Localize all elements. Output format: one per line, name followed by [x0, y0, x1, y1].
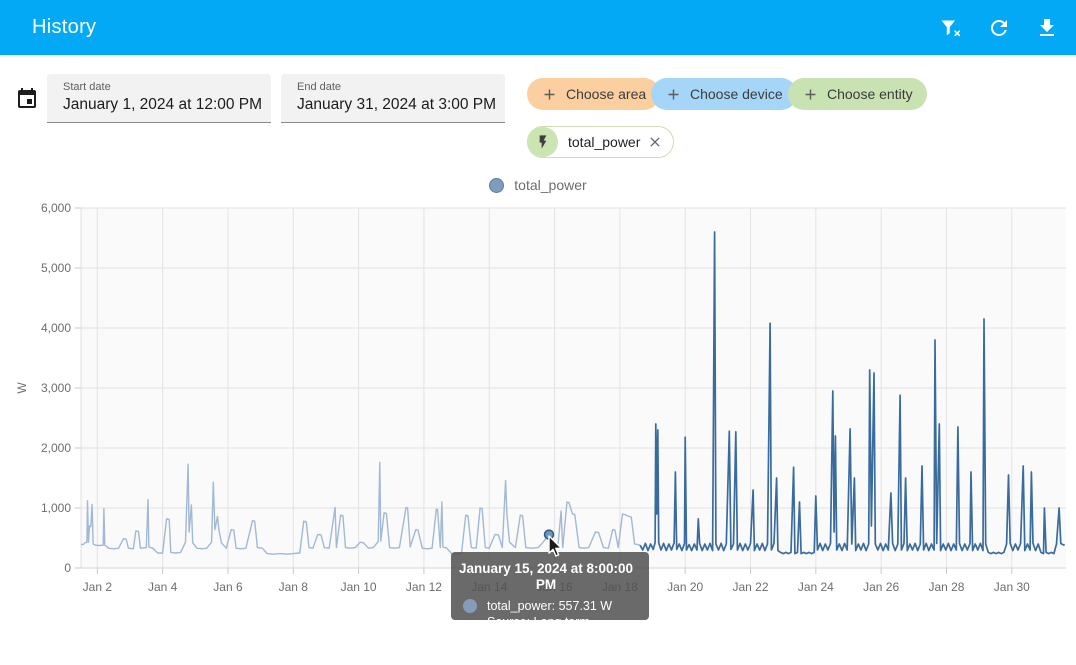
- entity-avatar: [528, 127, 558, 157]
- page-title: History: [32, 16, 96, 39]
- svg-text:Jan 4: Jan 4: [148, 580, 178, 594]
- download-icon: [1035, 16, 1059, 40]
- choose-area-chip[interactable]: Choose area: [527, 78, 660, 110]
- plus-icon: [541, 86, 558, 103]
- tooltip-date: January 15, 2024 at 8:00:00 PM: [451, 561, 641, 593]
- choose-entity-label: Choose entity: [827, 86, 913, 102]
- remove-entity-button[interactable]: [646, 133, 664, 151]
- tooltip-source: Source: Long term statistics: [487, 614, 641, 646]
- tooltip-series-dot-icon: [463, 599, 477, 613]
- close-icon: [647, 134, 663, 150]
- highlighted-point: [545, 530, 554, 539]
- svg-text:1,000: 1,000: [41, 501, 71, 515]
- svg-text:Jan 2: Jan 2: [83, 580, 113, 594]
- choose-entity-chip[interactable]: Choose entity: [788, 78, 927, 110]
- y-axis-title: W: [15, 382, 29, 394]
- svg-text:3,000: 3,000: [41, 381, 71, 395]
- plus-icon: [802, 86, 819, 103]
- svg-text:2,000: 2,000: [41, 441, 71, 455]
- svg-text:Jan 20: Jan 20: [667, 580, 703, 594]
- svg-text:0: 0: [64, 561, 71, 575]
- end-date-field[interactable]: End date January 31, 2024 at 3:00 PM: [281, 74, 505, 123]
- svg-text:4,000: 4,000: [41, 321, 71, 335]
- svg-text:Jan 24: Jan 24: [798, 580, 834, 594]
- svg-text:Jan 22: Jan 22: [732, 580, 768, 594]
- choose-area-label: Choose area: [566, 86, 646, 102]
- download-button[interactable]: [1035, 16, 1059, 40]
- start-date-label: Start date: [63, 81, 271, 93]
- refresh-icon: [987, 16, 1011, 40]
- app-header: History: [0, 0, 1076, 55]
- svg-text:Jan 30: Jan 30: [994, 580, 1030, 594]
- svg-text:Jan 12: Jan 12: [406, 580, 442, 594]
- svg-text:6,000: 6,000: [41, 201, 71, 215]
- entity-chip-label: total_power: [568, 134, 640, 150]
- svg-text:Jan 6: Jan 6: [213, 580, 243, 594]
- svg-text:Jan 28: Jan 28: [928, 580, 964, 594]
- tooltip-body: total_power: 557.31 W Source: Long term …: [487, 598, 641, 646]
- start-date-value: January 1, 2024 at 12:00 PM: [63, 96, 271, 114]
- remove-filters-button[interactable]: [939, 16, 963, 40]
- choose-device-chip[interactable]: Choose device: [651, 78, 797, 110]
- choose-device-label: Choose device: [690, 86, 783, 102]
- svg-text:Jan 10: Jan 10: [341, 580, 377, 594]
- filter-remove-icon: [939, 16, 963, 40]
- end-date-value: January 31, 2024 at 3:00 PM: [297, 96, 505, 114]
- svg-text:Jan 26: Jan 26: [863, 580, 899, 594]
- svg-text:Jan 8: Jan 8: [279, 580, 309, 594]
- svg-text:5,000: 5,000: [41, 261, 71, 275]
- flash-icon: [535, 134, 551, 150]
- chart-tooltip: January 15, 2024 at 8:00:00 PM total_pow…: [451, 552, 649, 620]
- refresh-button[interactable]: [987, 16, 1011, 40]
- start-date-field[interactable]: Start date January 1, 2024 at 12:00 PM: [47, 74, 271, 123]
- selected-entity-chip[interactable]: total_power: [527, 126, 674, 158]
- history-page: History Start: [0, 0, 1076, 665]
- header-actions: [939, 0, 1059, 55]
- calendar-icon: [15, 87, 39, 111]
- end-date-label: End date: [297, 81, 505, 93]
- plus-icon: [665, 86, 682, 103]
- tooltip-value-row: total_power: 557.31 W: [487, 598, 641, 614]
